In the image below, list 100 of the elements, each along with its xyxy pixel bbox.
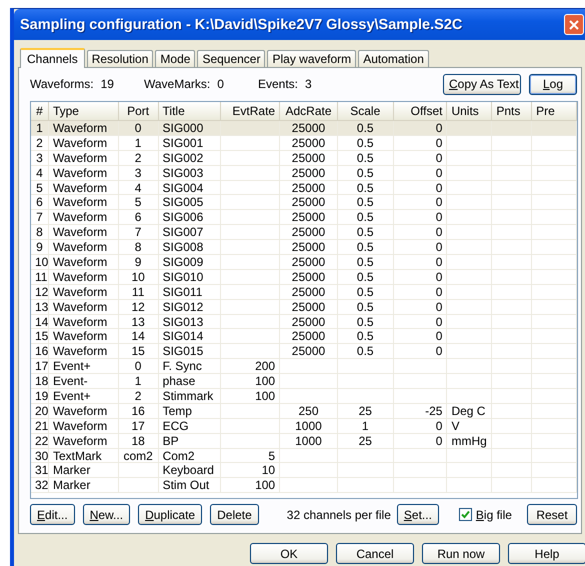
table-cell: SIG011	[162, 284, 202, 299]
table-cell: SIG007	[162, 225, 204, 240]
table-cell: Stimmark	[162, 389, 214, 404]
table-row[interactable]: 17 Event+ 0 F. Sync 200	[31, 359, 577, 374]
table-cell: 16	[131, 404, 145, 418]
table-row[interactable]: 31 Marker Keyboard 10	[31, 463, 577, 478]
table-cell: 0	[436, 434, 442, 448]
summary-label: Events:	[258, 77, 298, 91]
table-cell: Event-	[53, 374, 88, 388]
tab[interactable]: Mode	[155, 50, 196, 67]
reset-button[interactable]: Reset	[527, 504, 577, 525]
table-cell: 25000	[292, 180, 326, 195]
summary-value: 0	[217, 77, 224, 91]
table-cell: 0	[436, 240, 442, 254]
tab[interactable]: Channels	[20, 48, 85, 68]
table-row[interactable]: 15 Waveform 14 SIG014 25000 0.5 0	[31, 329, 577, 344]
tab[interactable]: Play waveform	[267, 50, 356, 67]
column-header[interactable]: AdcRate	[280, 102, 338, 120]
table-row[interactable]: 6 Waveform 5 SIG005 25000 0.5 0	[31, 195, 577, 210]
table-cell: 0.5	[356, 180, 374, 195]
table-row[interactable]: 14 Waveform 13 SIG013 25000 0.5 0	[31, 314, 577, 330]
table-row[interactable]: 9 Waveform 8 SIG008 25000 0.5 0	[31, 240, 577, 256]
table-cell: 0.5	[356, 255, 374, 270]
table-row[interactable]: 30 TextMark com2 Com2 5	[31, 448, 577, 464]
column-header[interactable]: Port	[118, 102, 159, 120]
table-cell: 17	[35, 359, 48, 374]
action-button[interactable]: Edit...	[30, 504, 75, 525]
dialog-button[interactable]: Run now	[422, 543, 500, 564]
action-button[interactable]: Duplicate	[138, 504, 202, 525]
table-cell: 15	[131, 344, 145, 358]
table-cell: 30	[35, 448, 48, 463]
table-cell: Keyboard	[162, 463, 214, 478]
toolbar-button[interactable]: Copy As Text	[443, 74, 521, 94]
table-row[interactable]: 11 Waveform 10 SIG010 25000 0.5 0	[31, 270, 577, 285]
column-header[interactable]: EvtRate	[221, 102, 280, 120]
table-cell: Waveform	[53, 418, 108, 433]
column-header[interactable]: Scale	[338, 102, 394, 120]
toolbar-button[interactable]: Log	[529, 74, 577, 94]
table-row[interactable]: 20 Waveform 16 Temp 250 25 -25 Deg C	[31, 404, 577, 419]
table-cell: 14	[131, 329, 145, 344]
column-header[interactable]: Type	[48, 102, 119, 120]
table-row[interactable]: 21 Waveform 17 ECG 1000 1 0 V	[31, 418, 577, 434]
table-cell: 0	[436, 150, 442, 165]
table-row[interactable]: 5 Waveform 4 SIG004 25000 0.5 0	[31, 180, 577, 196]
dialog-button[interactable]: Help	[508, 543, 585, 564]
table-cell: Event+	[53, 389, 91, 404]
table-cell: 0	[436, 344, 442, 358]
table-row[interactable]: 32 Marker Stim Out 100	[31, 478, 577, 494]
table-row[interactable]: 10 Waveform 9 SIG009 25000 0.5 0	[31, 255, 577, 270]
dialog-button[interactable]: Cancel	[336, 543, 414, 564]
table-row[interactable]: 8 Waveform 7 SIG007 25000 0.5 0	[31, 225, 577, 240]
table-cell: 5	[268, 448, 276, 463]
table-row[interactable]: 22 Waveform 18 BP 1000 25 0 mmHg	[31, 434, 577, 449]
table-row[interactable]: 19 Event+ 2 Stimmark 100	[31, 389, 577, 404]
column-header[interactable]: #	[31, 102, 49, 120]
table-cell: Waveform	[52, 195, 108, 210]
set-button[interactable]: Set...	[396, 504, 439, 525]
table-cell: 10	[35, 255, 48, 270]
table-cell: 0	[436, 300, 442, 314]
dialog-button[interactable]: OK	[250, 543, 328, 564]
close-button[interactable]	[564, 14, 584, 35]
column-header[interactable]: Offset	[394, 102, 448, 120]
table-cell: 25000	[292, 210, 326, 224]
table-cell: 25000	[292, 121, 326, 135]
table-cell: 31	[35, 463, 48, 478]
tab[interactable]: Resolution	[86, 50, 154, 67]
table-cell: BP	[162, 434, 179, 448]
table-row[interactable]: 16 Waveform 15 SIG015 25000 0.5 0	[31, 344, 577, 360]
checkbox-label[interactable]: Big file	[476, 508, 512, 522]
table-cell: 0	[436, 314, 442, 329]
table-row[interactable]: 2 Waveform 1 SIG001 25000 0.5 0	[31, 136, 577, 151]
table-cell: SIG009	[162, 255, 204, 270]
table-row[interactable]: 3 Waveform 2 SIG002 25000 0.5 0	[31, 150, 577, 166]
big-file-checkbox[interactable]	[458, 508, 472, 521]
channels-per-file-label: 32 channels per file	[286, 508, 391, 522]
table-cell: SIG014	[162, 329, 204, 344]
table-cell: 25	[358, 404, 372, 418]
table-cell: 7	[36, 210, 43, 224]
table-row[interactable]: 1 Waveform 0 SIG000 25000 0.5 0	[31, 121, 577, 136]
column-header[interactable]: Units	[447, 102, 492, 120]
table-cell: -25	[425, 404, 442, 418]
table-cell: 25000	[292, 284, 326, 299]
column-header[interactable]: Title	[158, 102, 222, 120]
table-row[interactable]: 7 Waveform 6 SIG006 25000 0.5 0	[31, 210, 577, 226]
table-cell: 1	[134, 136, 142, 150]
table-cell: Waveform	[52, 240, 108, 254]
tab[interactable]: Automation	[358, 50, 429, 67]
table-cell: 0.5	[356, 166, 374, 180]
table-row[interactable]: 13 Waveform 12 SIG012 25000 0.5 0	[31, 300, 577, 315]
column-header[interactable]: Pre	[532, 102, 578, 120]
table-cell: 0.5	[356, 284, 374, 299]
action-button[interactable]: Delete	[210, 504, 259, 525]
table-row[interactable]: 18 Event- 1 phase 100	[31, 374, 577, 390]
action-button[interactable]: New...	[82, 504, 130, 525]
column-header[interactable]: Pnts	[492, 102, 532, 120]
table-cell: 25	[358, 434, 372, 448]
tab[interactable]: Sequencer	[197, 50, 266, 67]
table-cell: Marker	[53, 463, 90, 478]
table-row[interactable]: 12 Waveform 11 SIG011 25000 0.5 0	[31, 284, 577, 300]
table-row[interactable]: 4 Waveform 3 SIG003 25000 0.5 0	[31, 166, 577, 181]
